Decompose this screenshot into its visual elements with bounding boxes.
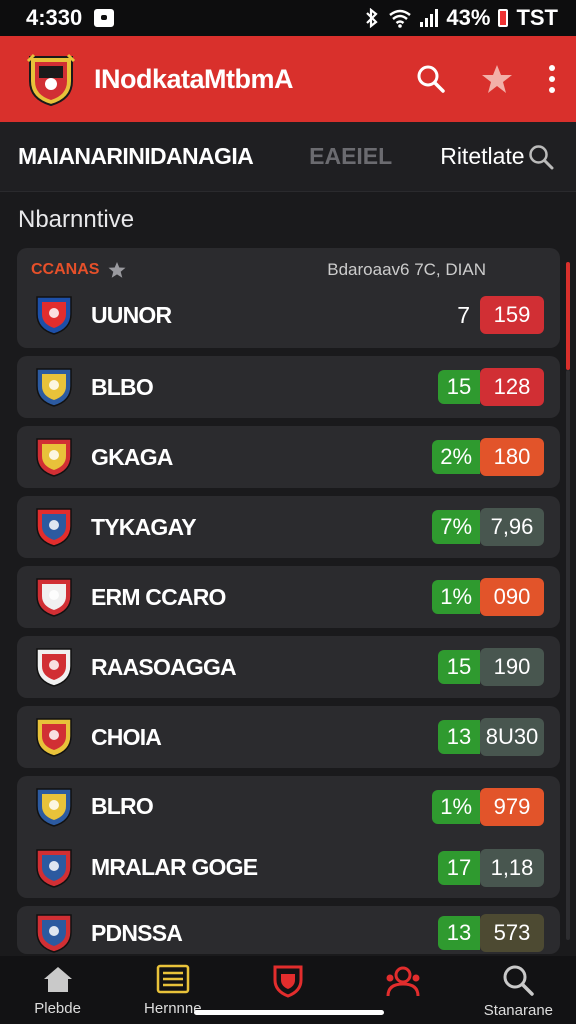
list-item[interactable]: PDNSSA 13 573 xyxy=(17,906,560,954)
team-value-badge: 159 xyxy=(480,296,544,334)
team-row[interactable]: MRALAR GOGE 17 1,18 xyxy=(17,847,560,889)
list-header-tag: CCANAS xyxy=(31,261,100,278)
team-name: TYKAGAY xyxy=(91,513,197,540)
battery-percent: 43% xyxy=(446,5,491,30)
team-left-badge: 13 xyxy=(438,720,480,754)
team-crest-icon xyxy=(36,368,72,407)
people-icon xyxy=(386,966,420,997)
team-value-badge: 8U30 xyxy=(480,718,544,756)
team-crest-icon xyxy=(36,718,72,757)
team-crest-icon xyxy=(36,787,72,827)
team-crest-icon xyxy=(36,848,72,888)
more-vert-icon[interactable] xyxy=(548,64,556,94)
team-value-badge: 573 xyxy=(480,914,544,952)
app-logo-crest-icon xyxy=(26,53,76,107)
team-row[interactable]: ERM CCARO 1% 090 xyxy=(17,576,560,618)
team-crest-icon xyxy=(36,438,72,477)
notification-icon xyxy=(94,9,115,27)
team-row[interactable]: UUNOR 7 159 xyxy=(17,294,560,336)
team-value-badge: 128 xyxy=(480,368,544,406)
team-row[interactable]: TYKAGAY 7% 7,96 xyxy=(17,506,560,548)
nav-label-home: Plebde xyxy=(34,1000,81,1017)
battery-icon xyxy=(498,9,509,27)
team-name: CHOIA xyxy=(91,723,162,750)
section-label: Nbarnntive xyxy=(18,206,135,233)
team-crest-icon xyxy=(36,914,72,953)
team-name: ERM CCARO xyxy=(91,583,226,610)
team-value-badge: 979 xyxy=(480,787,544,826)
list-item-group[interactable]: BLRO 1% 979 MRALAR GOGE 17 1,18 xyxy=(17,776,560,898)
scrollbar-thumb[interactable] xyxy=(566,262,570,370)
list-item[interactable]: GKAGA 2% 180 xyxy=(17,426,560,488)
team-value-badge: 190 xyxy=(480,648,544,686)
team-list: CCANAS Bdaroaav6 7C, DIAN UUNOR 7 159 BLBO 15 1… xyxy=(17,248,560,962)
list-item[interactable]: RAASOAGGA 15 190 xyxy=(17,636,560,698)
team-value-badge: 1,18 xyxy=(480,848,544,887)
list-item[interactable]: CHOIA 13 8U30 xyxy=(17,706,560,768)
list-header: CCANAS Bdaroaav6 7C, DIAN xyxy=(31,260,546,280)
team-name: MRALAR GOGE xyxy=(91,854,258,880)
team-crest-icon xyxy=(36,508,72,547)
nav-item-search[interactable]: Stanarane xyxy=(461,956,576,1024)
network-label: TST xyxy=(516,5,558,30)
nav-label-list: Hernnne xyxy=(144,1000,202,1017)
team-crest-icon xyxy=(36,578,72,617)
list-item[interactable]: BLBO 15 128 xyxy=(17,356,560,418)
star-icon[interactable] xyxy=(480,63,514,95)
tab-middle[interactable]: EAEIEL xyxy=(309,143,392,170)
team-left-badge: 17 xyxy=(438,850,480,885)
scrollbar-track[interactable] xyxy=(566,370,570,940)
team-left-badge: 1% xyxy=(432,789,480,824)
wifi-icon xyxy=(389,9,412,28)
star-small-icon xyxy=(108,262,126,278)
team-value-badge: 090 xyxy=(480,578,544,616)
nav-search-icon xyxy=(503,965,535,996)
app-bar: INodkataMtbmA xyxy=(0,36,576,122)
status-bar: 4:330 43% TST xyxy=(0,0,576,36)
team-name: BLBO xyxy=(91,373,154,400)
team-name: BLRO xyxy=(91,793,154,819)
list-icon xyxy=(156,964,190,994)
team-name: RAASOAGGA xyxy=(91,653,237,680)
list-item-featured[interactable]: CCANAS Bdaroaav6 7C, DIAN UUNOR 7 159 xyxy=(17,248,560,348)
team-value-badge: 7,96 xyxy=(480,508,544,546)
list-item[interactable]: TYKAGAY 7% 7,96 xyxy=(17,496,560,558)
team-value-badge: 180 xyxy=(480,438,544,476)
team-left-badge: 7% xyxy=(432,510,480,544)
team-row[interactable]: CHOIA 13 8U30 xyxy=(17,716,560,758)
team-row[interactable]: BLRO 1% 979 xyxy=(17,786,560,828)
team-row[interactable]: RAASOAGGA 15 190 xyxy=(17,646,560,688)
app-title: INodkataMtbmA xyxy=(94,63,294,94)
signal-icon xyxy=(420,9,439,27)
list-item[interactable]: ERM CCARO 1% 090 xyxy=(17,566,560,628)
team-left-badge: 1% xyxy=(432,580,480,614)
team-name: PDNSSA xyxy=(91,919,183,946)
tab-main[interactable]: MAIANARINIDANAGIA xyxy=(18,143,254,170)
team-row[interactable]: PDNSSA 13 573 xyxy=(17,912,560,954)
home-indicator[interactable] xyxy=(194,1010,384,1015)
team-left-badge: 15 xyxy=(438,650,480,684)
team-left-badge: 2% xyxy=(432,440,480,474)
nav-item-home[interactable]: Plebde xyxy=(0,956,115,1024)
tab-search-icon[interactable] xyxy=(528,144,554,170)
team-name: UUNOR xyxy=(91,301,172,328)
team-crest-icon xyxy=(36,296,72,335)
tab-bar: MAIANARINIDANAGIA EAEIEL Ritetlate xyxy=(0,122,576,192)
list-header-info: Bdaroaav6 7C, DIAN xyxy=(327,260,486,279)
search-icon[interactable] xyxy=(416,64,446,94)
team-row[interactable]: BLBO 15 128 xyxy=(17,366,560,408)
home-icon xyxy=(43,967,72,992)
bluetooth-icon xyxy=(366,8,379,28)
team-left-badge: 13 xyxy=(438,916,480,950)
team-left-value: 7 xyxy=(457,301,470,328)
tab-right[interactable]: Ritetlate xyxy=(440,143,524,170)
team-row[interactable]: GKAGA 2% 180 xyxy=(17,436,560,478)
team-left-badge: 15 xyxy=(438,370,480,404)
shield-icon xyxy=(273,965,303,998)
team-crest-icon xyxy=(36,648,72,687)
status-time: 4:330 xyxy=(26,5,83,30)
nav-label-search: Stanarane xyxy=(483,1002,554,1019)
team-name: GKAGA xyxy=(91,443,173,470)
